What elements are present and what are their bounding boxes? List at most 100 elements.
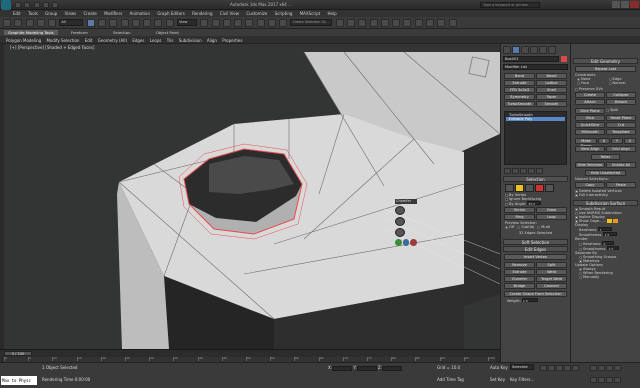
slice-button[interactable]: Slice	[575, 115, 605, 121]
edge-level-icon[interactable]	[515, 184, 524, 192]
collapse-button[interactable]: Collapse	[606, 92, 636, 98]
key-filters-button[interactable]: Key Filters...	[510, 377, 534, 382]
element-level-icon[interactable]	[545, 184, 554, 192]
material-editor-icon[interactable]	[403, 19, 412, 27]
grow-button[interactable]: Grow	[536, 207, 567, 213]
cage-selection-color-swatch[interactable]	[613, 219, 619, 223]
remove-modifier-icon[interactable]	[528, 168, 535, 174]
display-smoothness-spinner[interactable]: 1.0	[603, 232, 618, 237]
open-icon[interactable]	[24, 2, 31, 8]
play-icon[interactable]	[556, 365, 563, 371]
detach-button[interactable]: Detach	[606, 99, 636, 105]
edit-geometry-rollout-header[interactable]: Edit Geometry	[573, 58, 638, 64]
reset-plane-button[interactable]: Reset Plane	[606, 115, 636, 121]
bind-space-warp-icon[interactable]	[48, 19, 57, 27]
menu-create[interactable]: Create	[81, 10, 100, 17]
y-coordinate-field[interactable]	[356, 365, 377, 371]
render-production-icon[interactable]	[437, 19, 446, 27]
menu-views[interactable]: Views	[62, 10, 80, 17]
split-edge-button[interactable]: Split	[536, 262, 567, 268]
cut-button[interactable]: Cut	[606, 122, 636, 128]
snaps-toggle-icon[interactable]	[234, 19, 243, 27]
paste-button[interactable]: Paste	[606, 182, 636, 188]
maxscript-listener[interactable]: Max to Physc	[1, 376, 37, 385]
quickslice-button[interactable]: QuickSlice	[575, 122, 605, 128]
orbit-icon[interactable]	[606, 377, 613, 383]
split-checkbox[interactable]: Split	[606, 108, 636, 114]
full-interactivity-checkbox[interactable]: Full Interactivity	[571, 193, 640, 197]
ring-button[interactable]: Ring	[504, 214, 535, 220]
link-icon[interactable]	[25, 19, 34, 27]
cage-color-swatch[interactable]	[607, 219, 613, 223]
unlink-icon[interactable]	[36, 19, 45, 27]
align-icon[interactable]	[347, 19, 356, 27]
keyboard-shortcut-override-icon[interactable]	[222, 19, 231, 27]
hide-selected-button[interactable]: Hide Selected	[575, 162, 605, 168]
window-crossing-icon[interactable]	[120, 19, 129, 27]
planar-x-button[interactable]: X	[598, 138, 610, 144]
make-planar-button[interactable]: Make Planar	[575, 138, 597, 148]
create-shape-button[interactable]: Create Shape From Selection	[504, 291, 567, 297]
pivot-center-icon[interactable]	[200, 19, 209, 27]
next-frame-icon[interactable]	[564, 365, 571, 371]
timeline[interactable]: 0 / 100 0 5 10 15 20 25 30 35 40 45 50 55 60 65 70 75 80…	[0, 349, 500, 362]
menu-group[interactable]: Group	[42, 10, 60, 17]
utilities-tab-icon[interactable]	[548, 46, 556, 54]
minimize-button[interactable]	[612, 1, 620, 8]
unhide-all-button[interactable]: Unhide All	[606, 162, 636, 168]
close-button[interactable]	[630, 1, 639, 8]
object-color-swatch[interactable]	[561, 56, 567, 62]
loop-button[interactable]: Loop	[536, 214, 567, 220]
constraint-normal-radio[interactable]: Normal	[608, 81, 640, 85]
taper-button[interactable]: Taper	[536, 94, 567, 100]
polygon-level-icon[interactable]	[535, 184, 544, 192]
target-weld-button[interactable]: Target Weld	[536, 276, 567, 282]
scale-icon[interactable]	[154, 19, 163, 27]
bridge-button[interactable]: Bridge	[504, 283, 535, 289]
maximize-viewport-icon[interactable]	[614, 377, 621, 383]
display-tab-icon[interactable]	[539, 46, 547, 54]
schematic-view-icon[interactable]	[392, 19, 401, 27]
menu-civil-view[interactable]: Civil View	[217, 10, 242, 17]
hide-unselected-button[interactable]: Hide Unselected	[585, 170, 626, 176]
hierarchy-tab-icon[interactable]	[521, 46, 529, 54]
rendered-frame-window-icon[interactable]	[426, 19, 434, 27]
go-to-end-icon[interactable]	[572, 365, 579, 371]
mirror-icon[interactable]	[335, 19, 344, 27]
vertex-level-icon[interactable]	[505, 184, 514, 192]
caddy-apply-icon[interactable]	[402, 239, 410, 246]
zoom-all-icon[interactable]	[598, 365, 605, 371]
tab-graphite-modeling-tools[interactable]: Graphite Modeling Tools	[4, 30, 58, 35]
menu-customize[interactable]: Customize	[243, 10, 270, 17]
rectangular-selection-icon[interactable]	[109, 19, 118, 27]
bend-button[interactable]: Bend	[504, 73, 535, 79]
named-selection-set-dropdown[interactable]: Create Selection Se	[290, 19, 333, 26]
spinner-snap-icon[interactable]	[267, 19, 276, 27]
render-iterative-icon[interactable]	[448, 19, 457, 27]
edit-edges-rollout-header[interactable]: Edit Edges	[503, 246, 568, 252]
render-iterations-spinner[interactable]: 0	[602, 241, 615, 246]
caddy-open-icon[interactable]	[395, 228, 405, 237]
move-icon[interactable]	[131, 19, 140, 27]
angle-snap-icon[interactable]	[245, 19, 254, 27]
menu-help[interactable]: Help	[325, 10, 340, 17]
selection-rollout-header[interactable]: Selection	[503, 176, 568, 182]
remove-button[interactable]: Remove	[504, 262, 535, 268]
create-tab-icon[interactable]	[503, 46, 511, 54]
select-and-manipulate-icon[interactable]	[211, 19, 220, 27]
select-by-name-icon[interactable]	[97, 19, 106, 27]
relax-button[interactable]: Relax	[591, 154, 620, 160]
render-smoothness-spinner[interactable]: 1.0	[607, 246, 620, 251]
tessellate-button[interactable]: Tessellate	[606, 129, 636, 135]
undo-icon[interactable]	[42, 2, 49, 8]
preview-multi-radio[interactable]: Multi	[537, 225, 550, 229]
attach-button[interactable]: Attach	[575, 99, 605, 105]
display-iterations-spinner[interactable]: 1	[598, 227, 613, 232]
reference-coordinate-dropdown[interactable]: View	[176, 19, 197, 26]
menu-tools[interactable]: Tools	[25, 10, 41, 17]
menu-modifiers[interactable]: Modifiers	[101, 10, 125, 17]
modifier-list-dropdown[interactable]: Modifier List	[503, 64, 568, 70]
weld-button[interactable]: Weld	[536, 269, 567, 275]
shell-button[interactable]: Shell	[536, 87, 567, 93]
soft-selection-rollout-header[interactable]: Soft Selection	[503, 239, 568, 245]
